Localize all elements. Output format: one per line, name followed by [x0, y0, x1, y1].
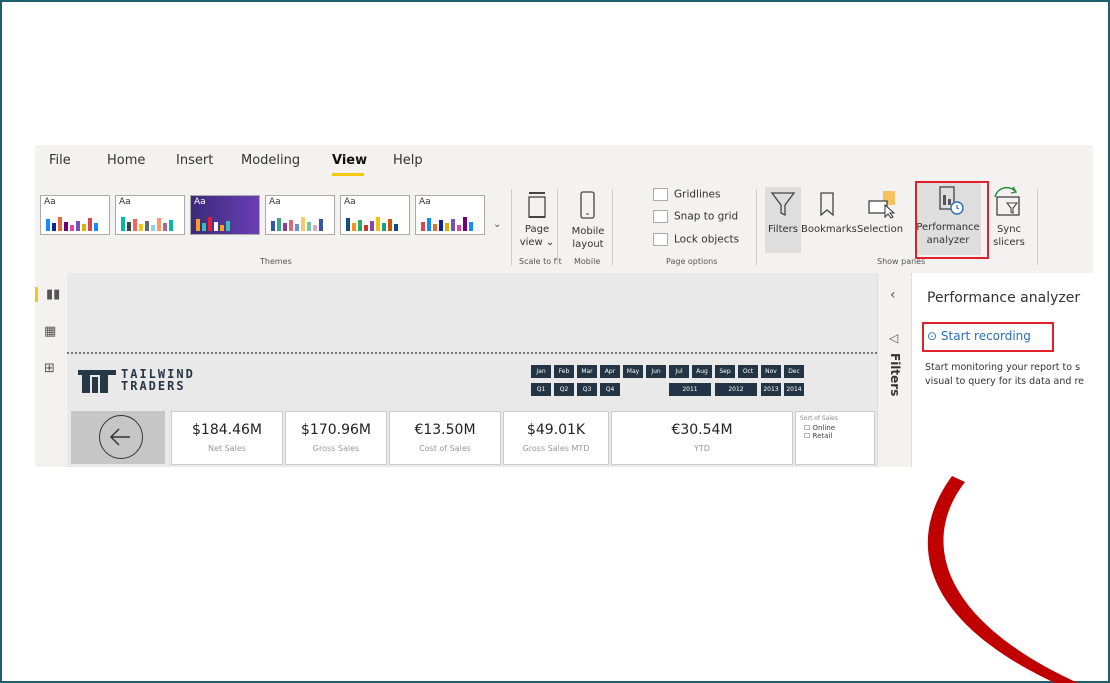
theme-option-1[interactable]: Aa [40, 195, 110, 235]
divider [67, 352, 877, 355]
filter-funnel-icon: ◁ [889, 331, 899, 345]
filters-pane-button[interactable]: Filters [765, 187, 801, 253]
view-switcher: ▮▮ ▦ ⊞ [35, 273, 67, 467]
theme-option-4[interactable]: Aa [265, 195, 335, 235]
filters-vertical-label: Filters [888, 353, 902, 397]
retail-option[interactable]: ☐ Retail [804, 432, 874, 440]
separator [511, 189, 512, 265]
bookmark-icon [820, 192, 834, 217]
tab-view[interactable]: View [332, 153, 367, 168]
filter-funnel-icon [770, 192, 796, 217]
selection-icon [868, 191, 896, 219]
bars-icon [346, 217, 398, 231]
tab-file[interactable]: File [49, 153, 71, 168]
group-label-mobile: Mobile [574, 257, 601, 266]
performance-analyzer-pane: Performance analyzer ⊙ Start recording S… [911, 273, 1094, 467]
separator [557, 189, 558, 265]
month-button[interactable]: Apr [600, 365, 620, 378]
quarter-button[interactable]: Q3 [577, 383, 597, 396]
month-button[interactable]: May [623, 365, 643, 378]
quarter-button[interactable]: Q2 [554, 383, 574, 396]
month-button[interactable]: Jun [646, 365, 666, 378]
theme-option-5[interactable]: Aa [340, 195, 410, 235]
page-view-icon [528, 192, 546, 218]
snap-to-grid-checkbox[interactable]: Snap to grid [653, 210, 738, 223]
month-button[interactable]: Mar [577, 365, 597, 378]
year-button[interactable]: 2011 [669, 383, 711, 396]
month-button[interactable]: Dec [784, 365, 804, 378]
month-button[interactable]: Nov [761, 365, 781, 378]
online-option[interactable]: ☐ Online [804, 424, 874, 432]
report-view-icon[interactable]: ▮▮ [35, 287, 60, 302]
mobile-phone-icon [580, 191, 595, 219]
powerbi-screenshot: File Home Insert Modeling View Help Aa A… [35, 145, 1094, 467]
tab-home[interactable]: Home [107, 153, 145, 168]
sync-slicers-button[interactable]: Sync slicers [987, 183, 1031, 253]
bars-icon [196, 217, 230, 231]
bars-icon [121, 217, 173, 231]
kpi-card-gross-sales-mtd: $49.01K Gross Sales MTD [503, 411, 609, 465]
data-view-icon[interactable]: ▦ [44, 324, 56, 339]
tab-modeling[interactable]: Modeling [241, 153, 300, 168]
back-arrow-icon [99, 415, 143, 459]
start-recording-highlight [922, 322, 1054, 352]
lock-objects-checkbox[interactable]: Lock objects [653, 233, 739, 246]
report-canvas: TAILWIND TRADERS Jan Feb Mar Apr May Jun… [67, 273, 877, 467]
month-button[interactable]: Oct [738, 365, 758, 378]
group-label-themes: Themes [260, 257, 292, 266]
kpi-card-net-sales: $184.46M Net Sales [171, 411, 283, 465]
theme-option-6[interactable]: Aa [415, 195, 485, 235]
month-button[interactable]: Feb [554, 365, 574, 378]
bars-icon [421, 217, 473, 231]
sync-slicers-icon [994, 186, 1020, 216]
sort-of-sales-slicer: Sort of Sales ☐ Online ☐ Retail [795, 411, 875, 465]
page-view-button[interactable]: Page view ⌄ [519, 191, 555, 249]
kpi-card-cost-of-sales: €13.50M Cost of Sales [389, 411, 501, 465]
month-button[interactable]: Jan [531, 365, 551, 378]
group-label-page-options: Page options [666, 257, 718, 266]
callout-arc-annotation [927, 476, 1078, 683]
month-button[interactable]: Sep [715, 365, 735, 378]
bookmarks-pane-button[interactable]: Bookmarks [801, 187, 857, 253]
year-button[interactable]: 2012 [715, 383, 757, 396]
group-label-scale: Scale to fit [519, 257, 562, 266]
year-button[interactable]: 2013 [761, 383, 781, 396]
year-button[interactable]: 2014 [784, 383, 804, 396]
theme-option-3[interactable]: Aa [190, 195, 260, 235]
tailwind-traders-logo [78, 370, 116, 393]
theme-option-2[interactable]: Aa [115, 195, 185, 235]
ribbon-tabs: File Home Insert Modeling View Help [35, 145, 1093, 179]
pane-title: Performance analyzer [927, 290, 1081, 306]
tab-help[interactable]: Help [393, 153, 423, 168]
active-tab-indicator [332, 173, 364, 176]
themes-dropdown-chevron-icon[interactable]: ⌄ [493, 219, 501, 230]
group-label-show-panes: Show panes [877, 257, 926, 266]
selection-pane-button[interactable]: Selection [855, 187, 905, 253]
ribbon: Aa Aa Aa Aa Aa Aa ⌄ Themes Page view ⌄ S… [35, 179, 1093, 274]
company-name: TAILWIND TRADERS [121, 367, 195, 393]
filters-pane-collapsed[interactable]: ‹ ◁ Filters [877, 273, 912, 467]
mobile-layout-button[interactable]: Mobile layout [567, 191, 609, 251]
separator [756, 189, 757, 265]
month-button[interactable]: Aug [692, 365, 712, 378]
separator [1037, 189, 1038, 265]
gridlines-checkbox[interactable]: Gridlines [653, 188, 720, 201]
pane-description: Start monitoring your report to s visual… [925, 362, 1084, 387]
kpi-card-gross-sales: $170.96M Gross Sales [285, 411, 387, 465]
quarter-button[interactable]: Q4 [600, 383, 620, 396]
kpi-card-ytd: €30.54M YTD [611, 411, 793, 465]
month-button[interactable]: Jul [669, 365, 689, 378]
quarter-button[interactable]: Q1 [531, 383, 551, 396]
tab-insert[interactable]: Insert [176, 153, 213, 168]
bars-icon [271, 217, 323, 231]
collapse-chevron-icon[interactable]: ‹ [890, 287, 896, 303]
model-view-icon[interactable]: ⊞ [44, 361, 55, 376]
separator [612, 189, 613, 265]
performance-analyzer-highlight [915, 181, 989, 259]
bars-icon [46, 217, 98, 231]
